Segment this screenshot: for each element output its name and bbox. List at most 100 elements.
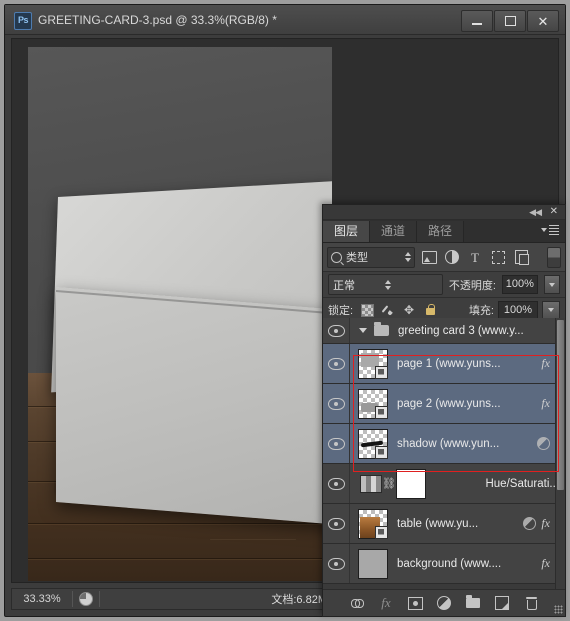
blend-mode-row: 正常 不透明度: 100% xyxy=(323,272,565,298)
panel-menu-icon[interactable] xyxy=(541,225,559,235)
filter-type-label: 类型 xyxy=(346,252,368,264)
window-title: GREETING-CARD-3.psd @ 33.3%(RGB/8) * xyxy=(38,13,277,27)
zoom-level[interactable]: 33.33% xyxy=(12,593,72,605)
layer-name[interactable]: page 1 (www.yuns... xyxy=(388,358,541,370)
eye-icon xyxy=(327,517,345,530)
minimize-button[interactable] xyxy=(461,10,493,32)
layer-effects-icon[interactable] xyxy=(537,437,550,450)
lock-image-pixels-icon[interactable] xyxy=(381,303,395,317)
filter-type-dropdown[interactable]: 类型 xyxy=(327,246,415,268)
new-adjustment-layer-icon[interactable] xyxy=(436,595,452,611)
title-bar: Ps GREETING-CARD-3.psd @ 33.3%(RGB/8) * … xyxy=(5,5,565,35)
adjustment-layer-thumbnail[interactable] xyxy=(360,474,382,493)
blend-mode-dropdown[interactable]: 正常 xyxy=(328,274,443,295)
layer-name[interactable]: background (www.... xyxy=(388,558,541,570)
maximize-button[interactable] xyxy=(494,10,526,32)
layer-effects-icon[interactable] xyxy=(523,517,537,530)
layer-style-fx-icon[interactable]: fx xyxy=(541,556,550,571)
layers-panel-toolbar: fx xyxy=(323,589,565,616)
photoshop-app-icon: Ps xyxy=(14,12,32,30)
layer-thumbnail[interactable] xyxy=(358,388,388,419)
smart-object-filter-icon[interactable] xyxy=(512,248,530,266)
greeting-card-page-2 xyxy=(56,287,332,525)
type-layer-filter-icon[interactable]: T xyxy=(466,248,484,266)
layer-mask-thumbnail[interactable] xyxy=(396,468,426,499)
layer-name[interactable]: shadow (www.yun... xyxy=(388,438,537,450)
eye-icon xyxy=(327,477,345,490)
layers-panel: ◀◀ ✕ 图层 通道 路径 类型 T 正常 不透明度: 100% 锁定: ✥ 填… xyxy=(322,204,566,617)
lock-label: 锁定: xyxy=(328,305,354,317)
mask-link-icon[interactable]: ⛓ xyxy=(382,477,396,490)
close-button[interactable]: ✕ xyxy=(527,10,559,32)
tab-channels[interactable]: 通道 xyxy=(370,221,418,242)
blend-mode-value: 正常 xyxy=(333,279,355,292)
fill-slider-button[interactable] xyxy=(542,300,560,320)
lock-all-icon[interactable] xyxy=(423,303,437,317)
layer-row-table[interactable]: table (www.yu... fx xyxy=(323,504,565,544)
layer-row-page-1[interactable]: page 1 (www.yuns... fx xyxy=(323,344,565,384)
smart-object-badge-icon xyxy=(375,525,388,539)
layer-visibility-toggle[interactable] xyxy=(323,544,350,583)
smart-object-badge-icon xyxy=(375,405,388,419)
layer-thumbnail[interactable] xyxy=(358,428,388,459)
lock-transparency-icon[interactable] xyxy=(360,303,374,317)
layer-thumbnail[interactable] xyxy=(358,548,388,579)
delete-layer-icon[interactable] xyxy=(523,595,539,611)
layer-visibility-toggle[interactable] xyxy=(323,344,350,383)
layer-visibility-toggle[interactable] xyxy=(323,318,350,343)
eye-icon xyxy=(327,397,345,410)
layer-name[interactable]: greeting card 3 (www.y... xyxy=(389,325,565,337)
layer-row-group[interactable]: greeting card 3 (www.y... xyxy=(323,318,565,344)
pixel-layer-filter-icon[interactable] xyxy=(420,248,438,266)
layer-visibility-toggle[interactable] xyxy=(323,464,350,503)
layer-row-background[interactable]: background (www.... fx xyxy=(323,544,565,584)
layer-row-hue-saturation[interactable]: ⛓ Hue/Saturati... xyxy=(323,464,565,504)
layer-row-page-2[interactable]: page 2 (www.yuns... fx xyxy=(323,384,565,424)
fill-value[interactable]: 100% xyxy=(498,300,538,320)
layer-thumbnail[interactable] xyxy=(358,508,388,539)
layer-visibility-toggle[interactable] xyxy=(323,504,350,543)
panel-tabs: 图层 通道 路径 xyxy=(323,220,565,243)
layer-visibility-toggle[interactable] xyxy=(323,384,350,423)
layer-thumbnail[interactable] xyxy=(358,348,388,379)
document-canvas[interactable] xyxy=(28,47,332,581)
opacity-slider-button[interactable] xyxy=(543,275,560,294)
layer-name[interactable]: table (www.yu... xyxy=(388,518,523,530)
photoshop-screenshot: Ps GREETING-CARD-3.psd @ 33.3%(RGB/8) * … xyxy=(0,0,570,621)
layer-visibility-toggle[interactable] xyxy=(323,424,350,463)
eye-icon xyxy=(327,437,345,450)
layer-name[interactable]: page 2 (www.yuns... xyxy=(388,398,541,410)
layer-list-scrollbar[interactable] xyxy=(555,318,565,590)
shape-layer-filter-icon[interactable] xyxy=(489,248,507,266)
layer-style-fx-icon[interactable]: fx xyxy=(541,356,550,371)
layer-list[interactable]: greeting card 3 (www.y... page 1 (www.yu… xyxy=(323,318,565,590)
collapse-double-arrow-icon[interactable]: ◀◀ xyxy=(529,207,542,217)
layer-row-shadow[interactable]: shadow (www.yun... xyxy=(323,424,565,464)
opacity-value[interactable]: 100% xyxy=(501,275,538,294)
smart-object-badge-icon xyxy=(375,445,388,459)
folder-icon xyxy=(374,322,389,336)
new-layer-icon[interactable] xyxy=(494,595,510,611)
smart-object-badge-icon xyxy=(375,365,388,379)
minimize-icon xyxy=(472,23,482,25)
layer-style-fx-icon[interactable]: fx xyxy=(378,595,394,611)
group-expand-triangle-icon[interactable] xyxy=(359,328,367,333)
panel-close-icon[interactable]: ✕ xyxy=(550,206,558,217)
eye-icon xyxy=(327,557,345,570)
layer-style-fx-icon[interactable]: fx xyxy=(541,516,550,531)
stepper-arrows-icon[interactable] xyxy=(405,252,411,262)
tab-layers[interactable]: 图层 xyxy=(323,221,371,242)
filter-toggle-switch[interactable] xyxy=(547,246,561,268)
lock-position-icon[interactable]: ✥ xyxy=(402,303,416,317)
new-group-icon[interactable] xyxy=(465,595,481,611)
layer-name[interactable]: Hue/Saturati... xyxy=(426,478,565,490)
tab-paths[interactable]: 路径 xyxy=(417,221,465,242)
window-controls: ✕ xyxy=(461,10,559,32)
add-layer-mask-icon[interactable] xyxy=(407,595,423,611)
link-layers-icon[interactable] xyxy=(349,595,365,611)
panel-resize-grip[interactable] xyxy=(554,605,563,614)
document-profile-icon[interactable] xyxy=(73,592,99,606)
scrollbar-thumb[interactable] xyxy=(557,320,564,490)
adjustment-layer-filter-icon[interactable] xyxy=(443,248,461,266)
layer-style-fx-icon[interactable]: fx xyxy=(541,396,550,411)
